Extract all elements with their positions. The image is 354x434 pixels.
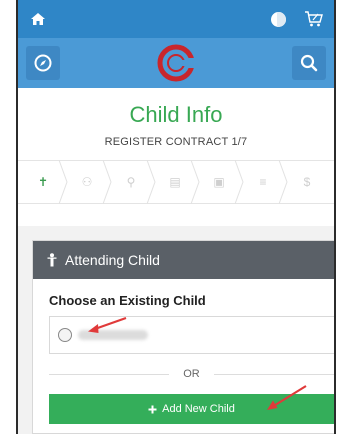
arrow-to-radio: [88, 316, 127, 333]
annotation-arrows: [88, 316, 307, 410]
app-frame: Child Info REGISTER CONTRACT 1/7 ✝ ⚇ ⚲ ▤…: [16, 0, 336, 434]
arrow-to-add-button: [267, 385, 307, 410]
